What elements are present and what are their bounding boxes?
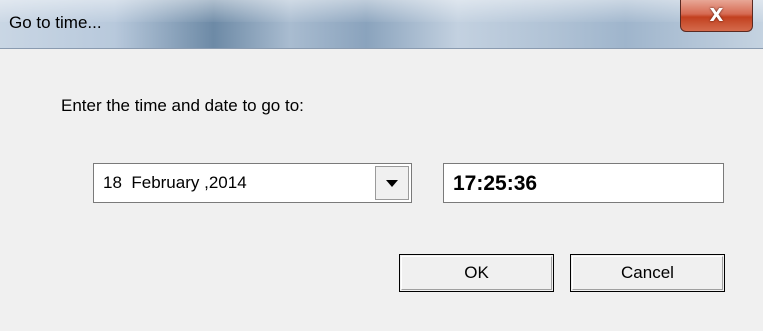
date-combobox[interactable]: 18 February ,2014 <box>93 163 412 203</box>
date-dropdown-button[interactable] <box>375 166 409 200</box>
go-to-time-dialog: Go to time... X Enter the time and date … <box>0 0 763 331</box>
date-value[interactable]: 18 February ,2014 <box>103 173 247 193</box>
chevron-down-icon <box>386 179 398 187</box>
close-button[interactable]: X <box>680 0 753 32</box>
title-bar-gloss <box>0 0 763 22</box>
cancel-button[interactable]: Cancel <box>570 254 725 292</box>
title-bar[interactable]: Go to time... X <box>0 0 763 49</box>
cancel-button-label: Cancel <box>621 263 674 282</box>
prompt-label: Enter the time and date to go to: <box>61 96 304 115</box>
window-title: Go to time... <box>9 13 102 32</box>
time-input[interactable]: 17:25:36 <box>443 163 724 203</box>
time-value[interactable]: 17:25:36 <box>453 172 537 196</box>
ok-button[interactable]: OK <box>399 254 554 292</box>
close-icon: X <box>709 5 724 26</box>
ok-button-label: OK <box>464 263 489 282</box>
